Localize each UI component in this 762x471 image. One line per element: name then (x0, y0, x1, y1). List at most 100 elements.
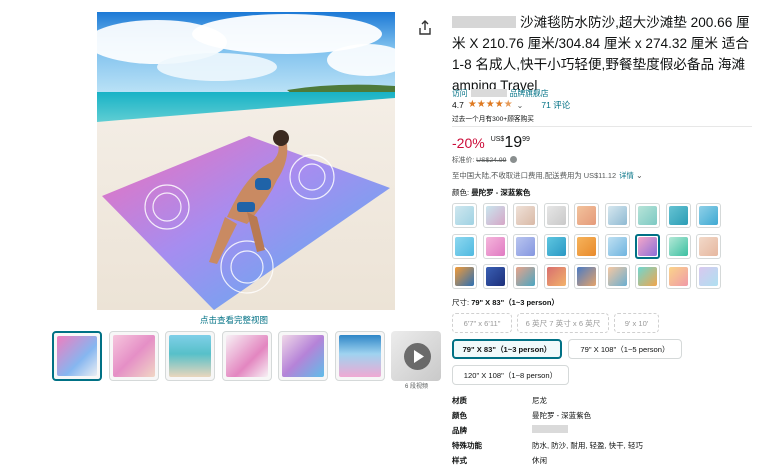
play-icon (404, 343, 431, 370)
swatch-pattern (485, 206, 505, 225)
size-option-selected[interactable]: 79" X 83"（1~3 person） (452, 339, 562, 359)
swatch-pattern (546, 206, 566, 225)
color-swatch[interactable] (452, 203, 477, 228)
thumbnail[interactable] (278, 331, 328, 381)
swatch-pattern (668, 236, 688, 256)
swatch-pattern (577, 236, 596, 256)
rating-row: 4.7 ★ ★ ★ ★ ★ ⌄ 71 评论 (452, 99, 570, 111)
shipping-row: 至中国大陆,不收取进口费用,配送费用为 US$11.12 详情 ⌄ (452, 171, 643, 180)
color-swatch[interactable] (482, 264, 508, 289)
size-label-row: 尺寸: 79" X 83"（1~3 person） (452, 298, 559, 307)
view-full-image-link[interactable]: 点击查看完整视图 (200, 314, 268, 326)
size-option[interactable]: 79" X 108"（1~5 person） (568, 339, 682, 359)
brand-redacted (452, 16, 516, 28)
size-option-disabled[interactable]: 6'7" x 6'11" (452, 313, 512, 333)
color-swatch[interactable] (543, 233, 569, 259)
size-option[interactable]: 120" X 108"（1~8 person） (452, 365, 569, 385)
discount-percent: -20% (452, 135, 485, 151)
swatch-pattern (516, 236, 535, 256)
color-swatch[interactable] (665, 233, 691, 259)
main-product-image[interactable] (97, 12, 395, 310)
info-icon[interactable] (510, 156, 518, 163)
swatch-pattern (638, 236, 657, 256)
color-swatch[interactable] (574, 233, 599, 259)
color-swatch[interactable] (452, 233, 477, 259)
swatch-pattern (577, 206, 596, 225)
share-icon[interactable] (418, 20, 432, 36)
price-currency: US$ (490, 136, 505, 143)
color-swatch[interactable] (543, 264, 569, 289)
video-thumbnail[interactable] (391, 331, 441, 381)
thumbnail[interactable] (222, 331, 272, 381)
swatch-pattern (699, 267, 718, 286)
color-swatch-selected[interactable] (635, 233, 660, 259)
color-swatch[interactable] (604, 233, 630, 259)
color-swatch[interactable] (665, 203, 691, 228)
swatch-pattern (607, 236, 627, 256)
video-count-label: 6 段视频 (405, 384, 429, 390)
bought-past-month: 过去一个月有300+顾客购买 (452, 116, 534, 123)
price-fraction: 99 (522, 136, 530, 143)
color-swatch[interactable] (452, 264, 477, 289)
thumbnail[interactable] (335, 331, 385, 381)
star-icon: ★ (485, 99, 495, 110)
star-half-icon: ★ (503, 99, 513, 110)
rating-value: 4.7 (452, 100, 464, 110)
color-swatch[interactable] (513, 233, 538, 259)
swatch-pattern (638, 267, 657, 286)
store-link[interactable]: 访问 品牌旗舰店 (452, 88, 549, 99)
star-icon: ★ (476, 99, 486, 110)
swatch-pattern (546, 236, 566, 256)
color-label-row: 颜色: 曼陀罗 - 深蓝紫色 (452, 188, 531, 197)
color-swatch[interactable] (513, 203, 538, 228)
star-icon: ★ (494, 99, 504, 110)
star-rating[interactable]: ★ ★ ★ ★ ★ (468, 100, 513, 110)
thumbnail[interactable] (165, 331, 215, 381)
shipping-details-link[interactable]: 详情 (619, 171, 634, 180)
thumbnail[interactable] (52, 331, 102, 381)
list-price-row: 标准价: US$24.99 (452, 154, 518, 164)
color-swatch[interactable] (574, 264, 599, 289)
chevron-down-icon[interactable]: ⌄ (636, 171, 643, 180)
swatch-pattern (668, 267, 688, 286)
store-name-redacted (470, 89, 507, 97)
color-swatch[interactable] (482, 203, 508, 228)
color-swatch[interactable] (604, 264, 630, 289)
selected-color-name: 曼陀罗 - 深蓝紫色 (471, 188, 531, 197)
swatch-pattern (546, 267, 566, 286)
swatch-pattern (607, 267, 627, 286)
swatch-pattern (699, 206, 718, 225)
color-swatch[interactable] (513, 264, 538, 289)
price-row: -20% US$ 19 99 (452, 134, 530, 152)
review-count-link[interactable]: 71 评论 (541, 99, 570, 111)
color-swatch[interactable] (482, 233, 508, 259)
color-swatch[interactable] (574, 203, 599, 228)
color-swatch[interactable] (696, 233, 721, 259)
color-swatch[interactable] (696, 203, 721, 228)
swatch-pattern (699, 236, 718, 256)
product-title-block: 沙滩毯防水防沙,超大沙滩垫 200.66 厘米 X 210.76 厘米/304.… (452, 12, 752, 96)
swatch-pattern (516, 267, 535, 286)
color-swatch[interactable] (604, 203, 630, 228)
color-swatch[interactable] (665, 264, 691, 289)
size-option-disabled[interactable]: 6 英尺 7 英寸 x 6 英尺 (517, 313, 609, 333)
list-price: US$24.99 (476, 157, 507, 164)
color-swatch[interactable] (696, 264, 721, 289)
swatch-pattern (668, 206, 688, 225)
swatch-pattern (455, 236, 474, 256)
price-whole: 19 (504, 134, 523, 151)
swatch-pattern (455, 206, 474, 225)
chevron-down-icon[interactable]: ⌄ (517, 101, 524, 110)
color-swatch[interactable] (635, 264, 660, 289)
selected-size-name: 79" X 83"（1~3 person） (471, 298, 559, 307)
star-icon: ★ (467, 99, 477, 110)
color-swatch[interactable] (635, 203, 660, 228)
swatch-pattern (607, 206, 627, 225)
swatch-pattern (485, 236, 505, 256)
color-swatch[interactable] (543, 203, 569, 228)
thumbnail[interactable] (109, 331, 159, 381)
size-option-disabled[interactable]: 9' x 10' (614, 313, 659, 333)
swatch-pattern (638, 206, 657, 225)
swatch-pattern (577, 267, 596, 286)
swatch-pattern (516, 206, 535, 225)
